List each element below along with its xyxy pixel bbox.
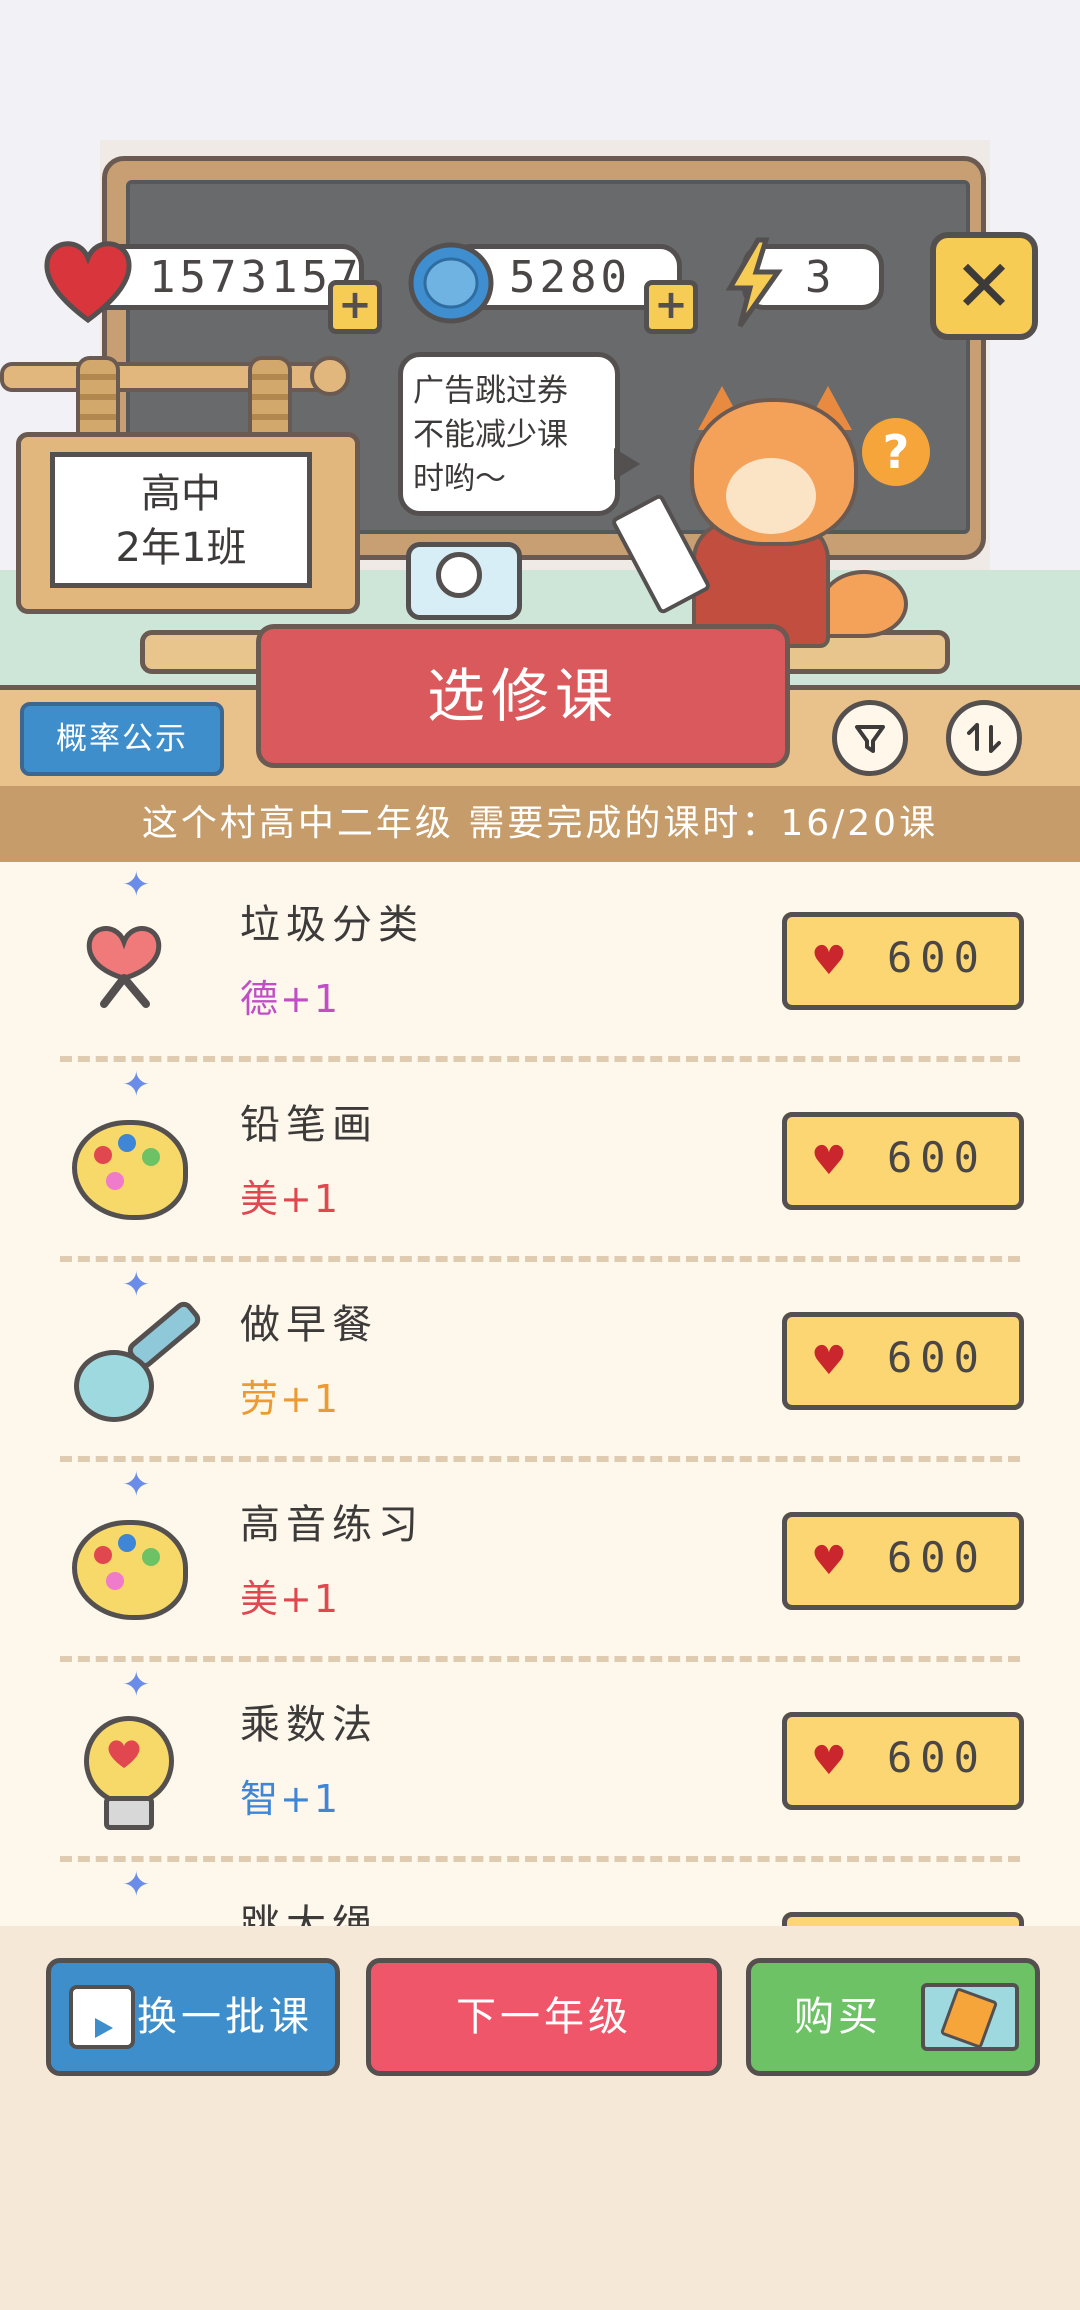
- video-ad-icon: [69, 1985, 135, 2049]
- filter-button[interactable]: [832, 700, 908, 776]
- course-stat: 劳+1: [240, 1377, 341, 1421]
- close-button[interactable]: ✕: [930, 232, 1038, 340]
- course-price: 600: [887, 1733, 987, 1782]
- help-button[interactable]: ?: [862, 418, 930, 486]
- progress-text: 这个村高中二年级 需要完成的课时：16/20课: [0, 786, 1080, 862]
- buy-course-button[interactable]: ♥ 600: [782, 1912, 1024, 1926]
- bubble-line-1: 广告跳过券: [413, 373, 568, 409]
- next-grade-button[interactable]: 下一年级: [366, 1958, 722, 2076]
- course-name: 乘数法: [240, 1702, 378, 1748]
- sparkle-icon: ✦: [122, 1665, 151, 1705]
- heart-icon: ♥: [811, 1538, 847, 1584]
- heart-icon: ♥: [811, 1338, 847, 1384]
- ribbon-heart-icon: [66, 902, 186, 1022]
- coin-icon: [404, 238, 498, 328]
- speech-bubble-tail: [614, 448, 640, 480]
- course-stat: 美+1: [240, 1177, 341, 1221]
- course-stat: 德+1: [240, 977, 341, 1021]
- sparkle-icon: ✦: [122, 1265, 151, 1305]
- buy-course-button[interactable]: ♥ 600: [782, 1512, 1024, 1610]
- course-stat: 智+1: [240, 1777, 341, 1821]
- course-name: 垃圾分类: [240, 902, 424, 948]
- course-item: ✦ 铅笔画 美+1 ♥ 600: [0, 1062, 1080, 1262]
- course-item: ✦ 跳大绳 ♥ 600: [0, 1862, 1080, 1926]
- sparkle-icon: ✦: [122, 1065, 151, 1105]
- course-name: 做早餐: [240, 1302, 378, 1348]
- course-price: 600: [887, 933, 987, 982]
- next-grade-label: 下一年级: [456, 1994, 632, 2040]
- buy-course-button[interactable]: ♥ 600: [782, 1712, 1024, 1810]
- course-item: ✦ 高音练习 美+1 ♥ 600: [0, 1462, 1080, 1662]
- sign-rod-knob: [310, 356, 350, 396]
- sparkle-icon: ✦: [122, 865, 151, 905]
- sparkle-icon: ✦: [122, 1465, 151, 1505]
- speech-bubble: 广告跳过券 不能减少课 时哟～: [398, 352, 620, 516]
- heart-icon: [40, 236, 136, 326]
- fox-face: [726, 458, 816, 534]
- course-list[interactable]: ✦ 垃圾分类 德+1 ♥ 600 ✦ 铅笔画 美+1 ♥ 600 ✦ 做早餐 劳…: [0, 862, 1080, 1926]
- sort-icon: [967, 723, 1001, 753]
- course-name: 跳大绳: [240, 1902, 378, 1926]
- class-sign-line1: 高中: [141, 471, 221, 517]
- bubble-line-2: 不能减少课: [413, 417, 568, 453]
- bubble-line-3: 时哟～: [413, 461, 506, 497]
- course-name: 铅笔画: [240, 1102, 378, 1148]
- coins-value: 5280: [509, 251, 631, 303]
- course-price: 600: [887, 1333, 987, 1382]
- class-sign: 高中 2年1班: [50, 452, 312, 588]
- lightning-icon: [724, 236, 784, 330]
- course-item: ✦ 乘数法 智+1 ♥ 600: [0, 1662, 1080, 1862]
- course-price: 600: [887, 1133, 987, 1182]
- buy-course-button[interactable]: ♥ 600: [782, 912, 1024, 1010]
- buy-course-button[interactable]: ♥ 600: [782, 1312, 1024, 1410]
- course-price: 600: [887, 1533, 987, 1582]
- heart-icon: ♥: [811, 1738, 847, 1784]
- add-coins-button[interactable]: +: [644, 280, 698, 334]
- course-name: 高音练习: [240, 1502, 424, 1548]
- course-stat: 美+1: [240, 1577, 341, 1621]
- course-item: ✦ 做早餐 劳+1 ♥ 600: [0, 1262, 1080, 1462]
- page-title: 选修课: [256, 624, 790, 768]
- camera-icon: [436, 552, 482, 598]
- course-item: ✦ 垃圾分类 德+1 ♥ 600: [0, 862, 1080, 1062]
- sort-button[interactable]: [946, 700, 1022, 776]
- fox-tail: [820, 570, 908, 638]
- buy-course-button[interactable]: ♥ 600: [782, 1112, 1024, 1210]
- close-icon: ✕: [953, 244, 1015, 328]
- shovel-icon: [66, 1297, 205, 1422]
- lightbulb-icon: [66, 1702, 186, 1830]
- sign-rod: [0, 362, 348, 392]
- buy-button[interactable]: 购买: [746, 1958, 1040, 2076]
- class-sign-line2: 2年1班: [115, 525, 247, 571]
- swap-courses-button[interactable]: 换一批课: [46, 1958, 340, 2076]
- palette-icon: [66, 1102, 188, 1222]
- ticket-icon: [921, 1983, 1019, 2051]
- question-icon: ?: [882, 425, 910, 479]
- add-hearts-button[interactable]: +: [328, 280, 382, 334]
- palette-icon: [66, 1502, 188, 1622]
- filter-icon: [855, 725, 885, 753]
- energy-value: 3: [805, 251, 836, 303]
- probability-button[interactable]: 概率公示: [20, 702, 224, 776]
- sparkle-icon: ✦: [122, 1865, 151, 1905]
- heart-icon: ♥: [811, 1138, 847, 1184]
- heart-icon: ♥: [811, 938, 847, 984]
